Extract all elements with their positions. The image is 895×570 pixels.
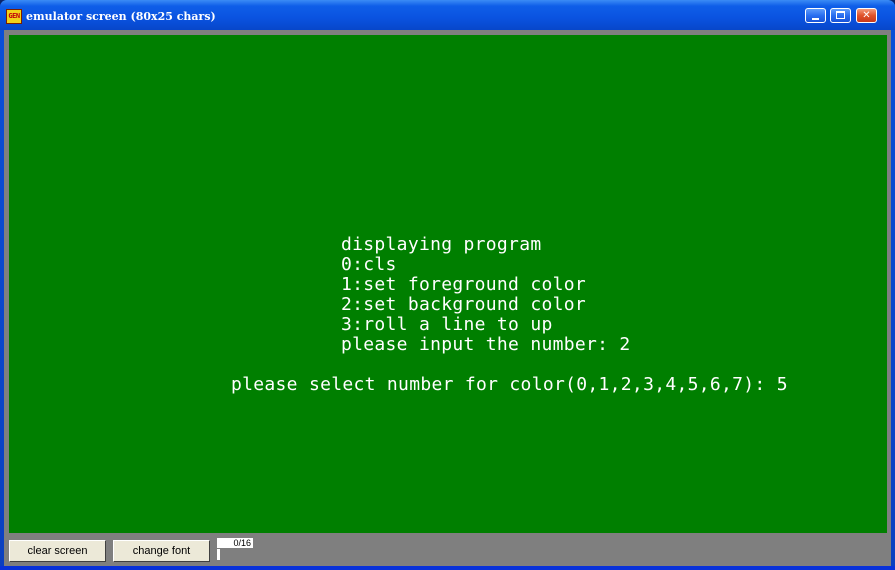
clear-screen-button[interactable]: clear screen <box>9 540 106 562</box>
progress-label: 0/16 <box>217 538 253 548</box>
window-bottom-border <box>0 566 895 570</box>
bottom-toolbar: clear screen change font 0/16 <box>4 534 891 566</box>
change-font-button[interactable]: change font <box>113 540 210 562</box>
screen-line-option-3: 3:roll a line to up <box>341 314 553 335</box>
client-area: displaying program 0:cls 1:set foregroun… <box>4 30 891 566</box>
screen-line-option-2: 2:set background color <box>341 294 587 315</box>
app-icon[interactable]: GEN <box>6 9 22 24</box>
maximize-button[interactable] <box>830 8 851 23</box>
progress-indicator: 0/16 <box>217 538 253 562</box>
window-title: emulator screen (80x25 chars) <box>26 10 216 23</box>
maximize-icon <box>836 11 845 19</box>
screen-line-input-prompt: please input the number: 2 <box>341 334 631 355</box>
emulator-window: GEN emulator screen (80x25 chars) ✕ disp… <box>0 0 895 570</box>
minimize-button[interactable] <box>805 8 826 23</box>
emulator-screen[interactable]: displaying program 0:cls 1:set foregroun… <box>9 35 887 533</box>
title-bar[interactable]: GEN emulator screen (80x25 chars) ✕ <box>0 0 895 30</box>
progress-bar <box>217 549 220 560</box>
screen-line-title: displaying program <box>341 234 542 255</box>
screen-line-color-prompt: please select number for color(0,1,2,3,4… <box>231 374 788 395</box>
screen-line-option-1: 1:set foreground color <box>341 274 587 295</box>
screen-line-option-0: 0:cls <box>341 254 397 275</box>
minimize-icon <box>812 18 819 20</box>
close-icon: ✕ <box>862 10 871 21</box>
close-button[interactable]: ✕ <box>856 8 877 23</box>
